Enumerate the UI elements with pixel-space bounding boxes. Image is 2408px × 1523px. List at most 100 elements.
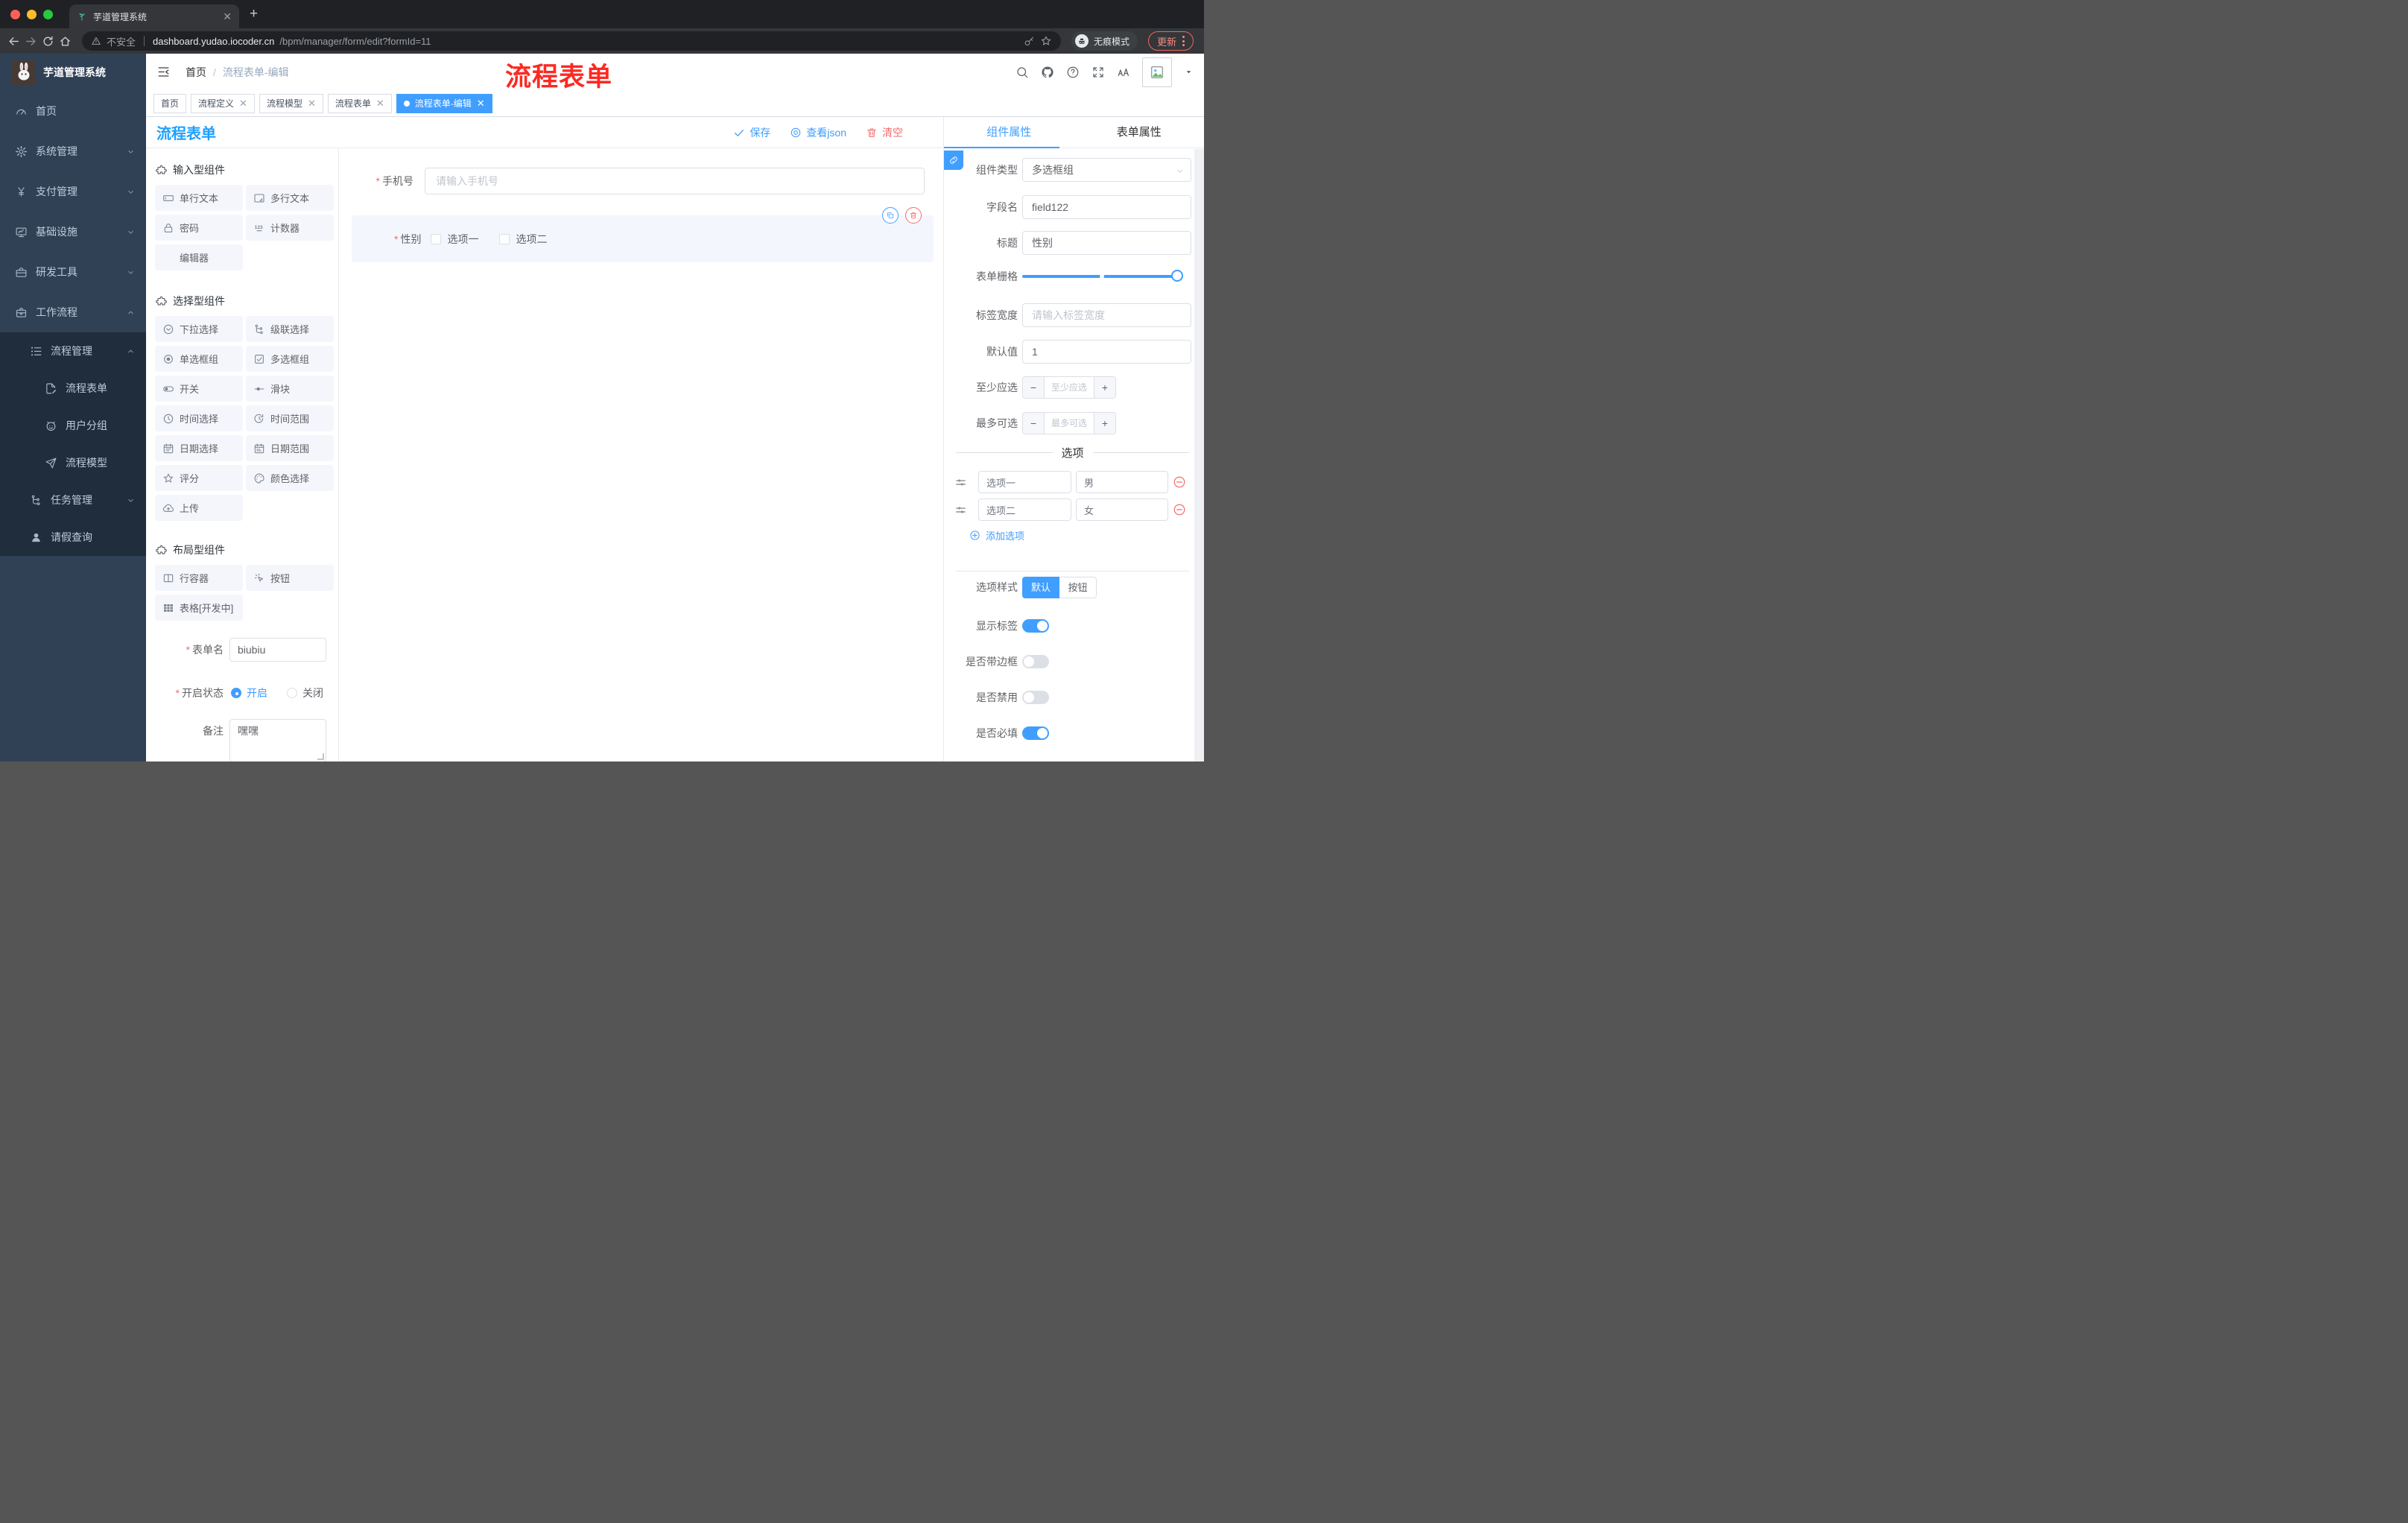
forward-icon[interactable] [25, 35, 37, 48]
tag-close-icon[interactable]: ✕ [308, 98, 316, 108]
form-name-input[interactable] [229, 638, 326, 662]
component-rate[interactable]: 评分 [155, 465, 243, 491]
option-2-value-input[interactable] [1076, 498, 1168, 521]
search-icon[interactable] [1016, 66, 1029, 79]
stepper-plus-button[interactable]: + [1094, 413, 1115, 434]
password-key-icon[interactable] [1024, 36, 1035, 47]
tag-process-form[interactable]: 流程表单 ✕ [327, 93, 392, 113]
component-cascader[interactable]: 级联选择 [246, 316, 334, 342]
clear-button[interactable]: 清空 [866, 125, 903, 140]
window-zoom-button[interactable] [43, 9, 53, 19]
inspector-scrollbar[interactable] [1194, 149, 1204, 762]
option-1-label-input[interactable] [978, 471, 1071, 493]
component-slider[interactable]: 滑块 [246, 376, 334, 402]
stepper-input[interactable]: 至少应选 [1044, 377, 1094, 398]
window-minimize-button[interactable] [27, 9, 37, 19]
radio-status-on[interactable]: 开启 [231, 685, 267, 700]
save-button[interactable]: 保存 [733, 125, 770, 140]
drag-handle-icon[interactable] [954, 504, 967, 516]
duplicate-field-button[interactable] [882, 207, 899, 224]
checkbox-icon[interactable] [431, 233, 442, 244]
tab-form-props[interactable]: 表单属性 [1074, 117, 1205, 148]
component-radio-group[interactable]: 单选框组 [155, 346, 243, 372]
chrome-menu-icon[interactable] [1182, 36, 1185, 46]
component-table-dev[interactable]: 表格[开发中] [155, 595, 243, 621]
sidebar-item-leave-query[interactable]: 请假查询 [0, 519, 146, 556]
new-tab-button[interactable]: + [250, 6, 258, 22]
remove-option-icon[interactable] [1173, 475, 1186, 489]
title-input[interactable] [1022, 231, 1191, 255]
gender-option-2[interactable]: 选项二 [499, 232, 547, 247]
breadcrumb-home[interactable]: 首页 [186, 65, 206, 80]
component-type-select[interactable]: 多选框组 [1022, 158, 1191, 182]
field-gender-selected[interactable]: * 性别 选项一 选项二 [352, 207, 934, 262]
component-button[interactable]: 按钮 [246, 565, 334, 591]
avatar[interactable] [1142, 57, 1172, 87]
component-date-range[interactable]: 日期范围 [246, 435, 334, 461]
style-default-button[interactable]: 默认 [1022, 577, 1059, 598]
form-canvas[interactable]: *手机号 *性别 选项一 选项二 [339, 149, 943, 762]
sidebar-item-system[interactable]: 系统管理 [0, 131, 146, 171]
tag-close-icon[interactable]: ✕ [477, 98, 485, 108]
tag-close-icon[interactable]: ✕ [376, 98, 384, 108]
stepper-plus-button[interactable]: + [1094, 377, 1115, 398]
add-option-button[interactable]: 添加选项 [969, 525, 1024, 545]
style-button-button[interactable]: 按钮 [1059, 577, 1097, 598]
tag-close-icon[interactable]: ✕ [239, 98, 247, 108]
back-icon[interactable] [7, 35, 20, 48]
component-counter[interactable]: 计数器 [246, 215, 334, 241]
window-close-button[interactable] [10, 9, 20, 19]
tag-process-form-edit[interactable]: 流程表单-编辑 ✕ [396, 93, 492, 113]
radio-status-off[interactable]: 关闭 [287, 685, 323, 700]
component-color-picker[interactable]: 颜色选择 [246, 465, 334, 491]
fullscreen-icon[interactable] [1091, 66, 1105, 79]
delete-field-button[interactable] [905, 207, 922, 224]
component-single-line-text[interactable]: 单行文本 [155, 185, 243, 211]
required-toggle[interactable] [1022, 726, 1049, 740]
help-icon[interactable] [1066, 66, 1080, 79]
component-editor[interactable]: 编辑器 [155, 244, 243, 270]
component-password[interactable]: 密码 [155, 215, 243, 241]
field-phone[interactable]: * 手机号 [339, 168, 943, 194]
component-upload[interactable]: 上传 [155, 495, 243, 521]
view-json-button[interactable]: 查看json [790, 125, 846, 140]
component-switch[interactable]: 开关 [155, 376, 243, 402]
font-size-icon[interactable] [1117, 66, 1130, 79]
github-icon[interactable] [1041, 66, 1054, 79]
chrome-update-button[interactable]: 更新 [1147, 31, 1194, 51]
reload-icon[interactable] [42, 35, 54, 48]
sidebar-item-payment[interactable]: 支付管理 [0, 171, 146, 212]
with-border-toggle[interactable] [1022, 655, 1049, 668]
gender-option-1[interactable]: 选项一 [431, 232, 478, 247]
component-checkbox-group[interactable]: 多选框组 [246, 346, 334, 372]
option-2-label-input[interactable] [978, 498, 1071, 521]
disabled-toggle[interactable] [1022, 691, 1049, 704]
label-width-input[interactable] [1022, 303, 1191, 327]
tag-home[interactable]: 首页 [153, 93, 187, 113]
grid-slider[interactable] [1022, 270, 1183, 282]
component-time-picker[interactable]: 时间选择 [155, 405, 243, 431]
component-multi-line-text[interactable]: 多行文本 [246, 185, 334, 211]
sidebar-item-devtools[interactable]: 研发工具 [0, 252, 146, 292]
stepper-minus-button[interactable]: − [1023, 377, 1044, 398]
checkbox-icon[interactable] [499, 233, 510, 244]
form-remark-textarea[interactable]: 嘿嘿 [229, 719, 326, 762]
component-row-container[interactable]: 行容器 [155, 565, 243, 591]
sidebar-item-infra[interactable]: 基础设施 [0, 212, 146, 252]
default-value-input[interactable] [1022, 340, 1191, 364]
sidebar-item-process-form[interactable]: 流程表单 [0, 370, 146, 407]
tab-component-props[interactable]: 组件属性 [944, 117, 1074, 148]
home-icon[interactable] [59, 35, 72, 48]
sidebar-item-user-group[interactable]: 用户分组 [0, 407, 146, 444]
sidebar-item-home[interactable]: 首页 [0, 91, 146, 131]
address-bar[interactable]: 不安全 dashboard.yudao.iocoder.cn/bpm/manag… [82, 31, 1061, 51]
browser-tab[interactable]: 芋道管理系统 ✕ [69, 4, 239, 28]
sidebar-fold-icon[interactable] [156, 65, 171, 79]
option-1-value-input[interactable] [1076, 471, 1168, 493]
component-select[interactable]: 下拉选择 [155, 316, 243, 342]
sidebar-item-workflow[interactable]: 工作流程 [0, 292, 146, 332]
tag-process-model[interactable]: 流程模型 ✕ [259, 93, 323, 113]
field-name-input[interactable] [1022, 195, 1191, 219]
sidebar-item-task-mgmt[interactable]: 任务管理 [0, 481, 146, 519]
tab-close-icon[interactable]: ✕ [223, 10, 232, 23]
